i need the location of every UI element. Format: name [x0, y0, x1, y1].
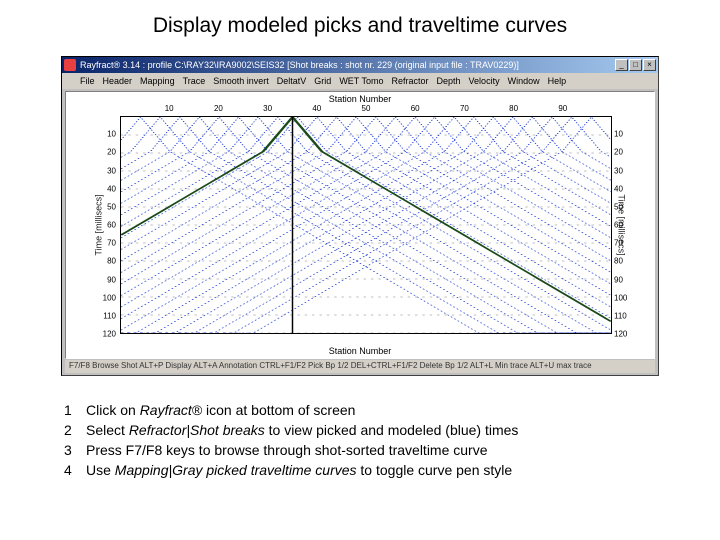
y-tick-left: 80: [96, 257, 116, 266]
menu-smooth-invert[interactable]: Smooth invert: [213, 76, 269, 86]
y-tick-right: 110: [614, 311, 632, 320]
y-tick-right: 60: [614, 221, 632, 230]
y-tick-left: 60: [96, 221, 116, 230]
titlebar: Rayfract® 3.14 : profile C:\RAY32\IRA900…: [62, 57, 658, 73]
x-tick: 40: [312, 104, 321, 113]
menu-file[interactable]: File: [80, 76, 95, 86]
chart-title-top: Station Number: [66, 94, 654, 104]
instruction-1: Click on Rayfract® icon at bottom of scr…: [64, 400, 664, 420]
menu-deltatv[interactable]: DeltatV: [277, 76, 307, 86]
instruction-3: Press F7/F8 keys to browse through shot-…: [64, 440, 664, 460]
menu-wet-tomo[interactable]: WET Tomo: [339, 76, 383, 86]
y-tick-right: 10: [614, 130, 632, 139]
y-tick-left: 20: [96, 148, 116, 157]
menu-window[interactable]: Window: [508, 76, 540, 86]
instructions: Click on Rayfract® icon at bottom of scr…: [64, 400, 664, 480]
window-title: Rayfract® 3.14 : profile C:\RAY32\IRA900…: [80, 60, 615, 70]
menu-help[interactable]: Help: [548, 76, 567, 86]
chart-frame: Station Number Station Number Time [mill…: [65, 91, 655, 359]
y-tick-left: 30: [96, 166, 116, 175]
y-tick-right: 100: [614, 293, 632, 302]
plot-box: [120, 116, 612, 334]
x-tick: 80: [509, 104, 518, 113]
traveltime-curves: [121, 117, 611, 333]
y-tick-right: 90: [614, 275, 632, 284]
y-tick-right: 20: [614, 148, 632, 157]
x-tick: 20: [214, 104, 223, 113]
y-tick-left: 110: [96, 311, 116, 320]
instruction-2: Select Refractor|Shot breaks to view pic…: [64, 420, 664, 440]
page-title: Display modeled picks and traveltime cur…: [0, 0, 720, 48]
menubar: File Header Mapping Trace Smooth invert …: [62, 73, 658, 89]
y-tick-left: 100: [96, 293, 116, 302]
maximize-button[interactable]: □: [629, 59, 642, 71]
statusbar: F7/F8 Browse Shot ALT+P Display ALT+A An…: [65, 360, 655, 373]
y-tick-left: 10: [96, 130, 116, 139]
instruction-4: Use Mapping|Gray picked traveltime curve…: [64, 460, 664, 480]
y-tick-left: 70: [96, 239, 116, 248]
y-tick-left: 50: [96, 202, 116, 211]
menu-refractor[interactable]: Refractor: [392, 76, 429, 86]
y-tick-right: 70: [614, 239, 632, 248]
x-tick: 60: [411, 104, 420, 113]
app-icon: [64, 59, 76, 71]
y-tick-right: 30: [614, 166, 632, 175]
minimize-button[interactable]: _: [615, 59, 628, 71]
menu-velocity[interactable]: Velocity: [469, 76, 500, 86]
y-tick-left: 40: [96, 184, 116, 193]
menu-depth[interactable]: Depth: [437, 76, 461, 86]
close-button[interactable]: ×: [643, 59, 656, 71]
chart-title-bottom: Station Number: [66, 346, 654, 356]
y-tick-right: 40: [614, 184, 632, 193]
x-tick: 70: [460, 104, 469, 113]
menu-trace[interactable]: Trace: [183, 76, 206, 86]
menu-grid[interactable]: Grid: [314, 76, 331, 86]
app-window: Rayfract® 3.14 : profile C:\RAY32\IRA900…: [61, 56, 659, 376]
x-tick: 90: [558, 104, 567, 113]
x-tick: 50: [362, 104, 371, 113]
y-tick-right: 50: [614, 202, 632, 211]
y-tick-right: 120: [614, 330, 632, 339]
x-tick: 30: [263, 104, 272, 113]
x-tick: 10: [165, 104, 174, 113]
menu-header[interactable]: Header: [103, 76, 133, 86]
y-tick-right: 80: [614, 257, 632, 266]
y-tick-left: 120: [96, 330, 116, 339]
menu-mapping[interactable]: Mapping: [140, 76, 175, 86]
y-tick-left: 90: [96, 275, 116, 284]
chart-area: Station Number Station Number Time [mill…: [66, 92, 654, 358]
